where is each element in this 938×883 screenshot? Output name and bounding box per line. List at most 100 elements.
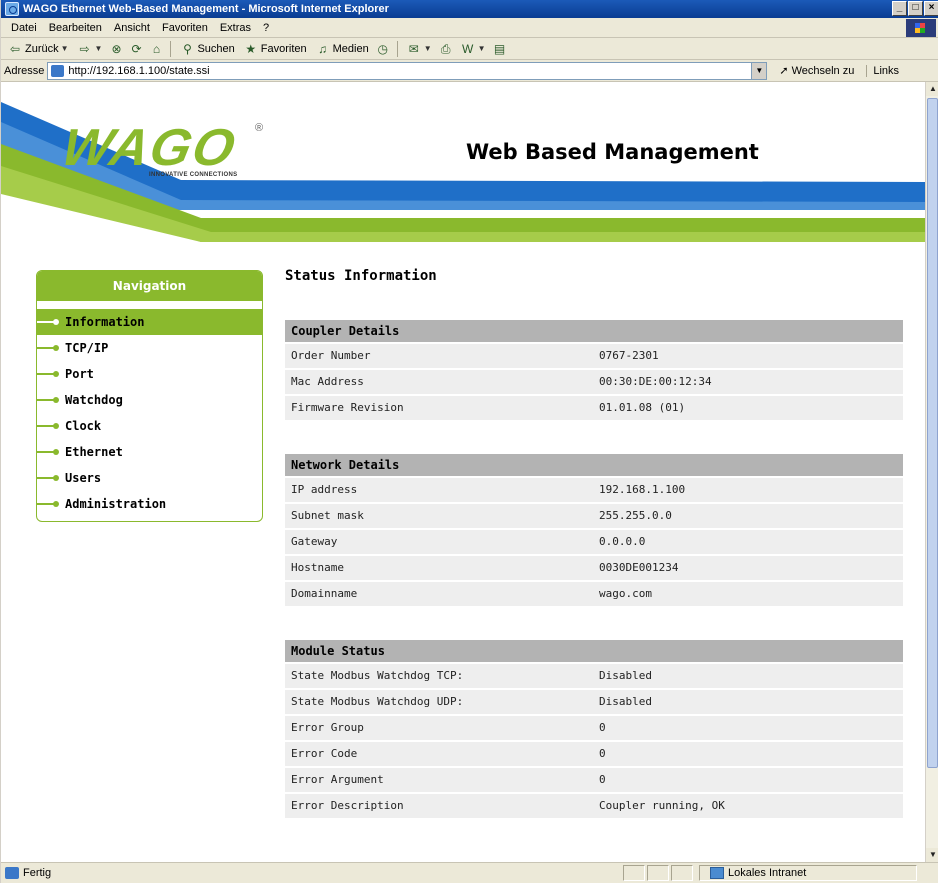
- edit-button[interactable]: W ▼: [458, 39, 488, 59]
- nav-item-administration[interactable]: Administration: [37, 491, 262, 517]
- table-row: State Modbus Watchdog UDP: Disabled: [285, 690, 903, 714]
- table-row: Mac Address 00:30:DE:00:12:34: [285, 370, 903, 394]
- menu-favoriten[interactable]: Favoriten: [156, 22, 214, 34]
- address-dropdown-button[interactable]: ▼: [751, 62, 767, 79]
- menu-ansicht[interactable]: Ansicht: [108, 22, 156, 34]
- nav-item-clock[interactable]: Clock: [37, 413, 262, 439]
- stop-icon[interactable]: ⊗: [108, 41, 124, 57]
- nav-item-tcp-ip[interactable]: TCP/IP: [37, 335, 262, 361]
- scroll-up-arrow-icon[interactable]: ▲: [926, 82, 938, 96]
- table-row: Order Number 0767-2301: [285, 344, 903, 368]
- coupler-details-section: Coupler Details Order Number 0767-2301 Ma…: [285, 320, 903, 420]
- favorites-icon: ★: [245, 41, 257, 56]
- wago-logo: WAGO: [56, 119, 242, 177]
- row-label: Mac Address: [291, 375, 364, 388]
- browser-window: WAGO Ethernet Web-Based Management - Mic…: [0, 0, 938, 883]
- nav-item-label: TCP/IP: [65, 341, 109, 355]
- table-row: Gateway 0.0.0.0: [285, 530, 903, 554]
- zone-label: Lokales Intranet: [728, 867, 807, 879]
- favorites-button[interactable]: ★ Favoriten: [241, 39, 309, 59]
- nav-bullet-icon: [37, 423, 59, 429]
- menu-datei[interactable]: Datei: [5, 22, 43, 34]
- scroll-down-arrow-icon[interactable]: ▼: [926, 848, 938, 862]
- main-content: Status Information Coupler Details Order…: [285, 268, 903, 852]
- title-bar: WAGO Ethernet Web-Based Management - Mic…: [1, 0, 938, 18]
- media-button[interactable]: ♫ Medien: [313, 39, 371, 59]
- menu-help[interactable]: ?: [257, 22, 275, 34]
- status-pane: [623, 865, 645, 881]
- row-label: Error Argument: [291, 773, 384, 786]
- go-button[interactable]: ➚ Wechseln zu: [779, 64, 854, 78]
- vertical-scrollbar[interactable]: ▲ ▼: [925, 82, 938, 862]
- search-button[interactable]: ⚲ Suchen: [177, 39, 236, 59]
- nav-item-ethernet[interactable]: Ethernet: [37, 439, 262, 465]
- refresh-icon[interactable]: ⟳: [128, 41, 144, 57]
- page-icon: [51, 64, 65, 77]
- toolbar-separator: [170, 40, 172, 57]
- table-row: Error Code 0: [285, 742, 903, 766]
- minimize-button[interactable]: _: [892, 1, 907, 16]
- nav-bullet-icon: [37, 345, 59, 351]
- status-bar: Fertig Lokales Intranet: [1, 862, 938, 883]
- row-label: Subnet mask: [291, 509, 364, 522]
- links-button[interactable]: Links: [866, 64, 899, 77]
- page-done-icon: [5, 867, 19, 879]
- nav-item-watchdog[interactable]: Watchdog: [37, 387, 262, 413]
- row-value: 00:30:DE:00:12:34: [599, 375, 712, 388]
- media-icon: ♫: [318, 41, 328, 56]
- address-bar: Adresse http://192.168.1.100/state.ssi ▼…: [1, 60, 938, 82]
- scrollbar-thumb[interactable]: [927, 98, 938, 768]
- nav-item-information[interactable]: Information: [37, 309, 262, 335]
- search-label: Suchen: [197, 42, 235, 55]
- history-icon[interactable]: ◷: [375, 41, 391, 57]
- row-value: 01.01.08 (01): [599, 401, 686, 414]
- row-value: 255.255.0.0: [599, 509, 672, 522]
- nav-item-label: Clock: [65, 419, 102, 433]
- table-row: IP address 192.168.1.100: [285, 478, 903, 502]
- address-label: Adresse: [4, 64, 45, 77]
- row-value: Disabled: [599, 669, 652, 682]
- mail-icon: ✉: [408, 41, 419, 56]
- table-row: Hostname 0030DE001234: [285, 556, 903, 580]
- security-zone: Lokales Intranet: [699, 865, 917, 881]
- intranet-zone-icon: [710, 867, 724, 879]
- status-pane: [647, 865, 669, 881]
- internet-explorer-icon: [5, 2, 19, 16]
- row-value: Coupler running, OK: [599, 799, 725, 812]
- address-input[interactable]: http://192.168.1.100/state.ssi ▼: [47, 61, 768, 80]
- nav-item-label: Users: [65, 471, 102, 485]
- nav-item-label: Watchdog: [65, 393, 123, 407]
- registered-mark: ®: [255, 122, 264, 134]
- row-label: Firmware Revision: [291, 401, 404, 414]
- back-button[interactable]: ⇦ Zurück ▼: [5, 39, 71, 59]
- row-value: 0: [599, 721, 606, 734]
- navigation-heading: Navigation: [37, 271, 262, 301]
- maximize-button[interactable]: □: [908, 1, 923, 16]
- forward-button[interactable]: ⇨ ▼: [75, 39, 105, 59]
- nav-item-label: Administration: [65, 497, 167, 511]
- nav-item-label: Port: [65, 367, 94, 381]
- nav-bullet-icon: [37, 475, 59, 481]
- row-label: State Modbus Watchdog TCP:: [291, 669, 464, 682]
- menu-bearbeiten[interactable]: Bearbeiten: [43, 22, 108, 34]
- windows-logo-icon: [906, 19, 936, 37]
- nav-bullet-icon: [37, 449, 59, 455]
- row-value: 0: [599, 747, 606, 760]
- back-arrow-icon: ⇦: [9, 41, 21, 56]
- toolbar-separator: [396, 40, 398, 57]
- page-header-title: Web Based Management: [466, 140, 759, 164]
- row-value: wago.com: [599, 587, 652, 600]
- chevron-down-icon: ▼: [477, 44, 486, 53]
- discuss-icon[interactable]: ▤: [492, 41, 508, 57]
- nav-item-port[interactable]: Port: [37, 361, 262, 387]
- home-icon[interactable]: ⌂: [148, 41, 164, 57]
- nav-item-users[interactable]: Users: [37, 465, 262, 491]
- close-button[interactable]: ×: [924, 1, 938, 16]
- page-viewport: WAGO ® INNOVATIVE CONNECTIONS Web Based …: [1, 82, 925, 862]
- mail-button[interactable]: ✉ ▼: [404, 39, 434, 59]
- menu-extras[interactable]: Extras: [214, 22, 257, 34]
- print-icon[interactable]: ⎙: [438, 41, 454, 57]
- row-value: 0767-2301: [599, 349, 659, 362]
- table-row: Error Group 0: [285, 716, 903, 740]
- window-title: WAGO Ethernet Web-Based Management - Mic…: [23, 3, 389, 15]
